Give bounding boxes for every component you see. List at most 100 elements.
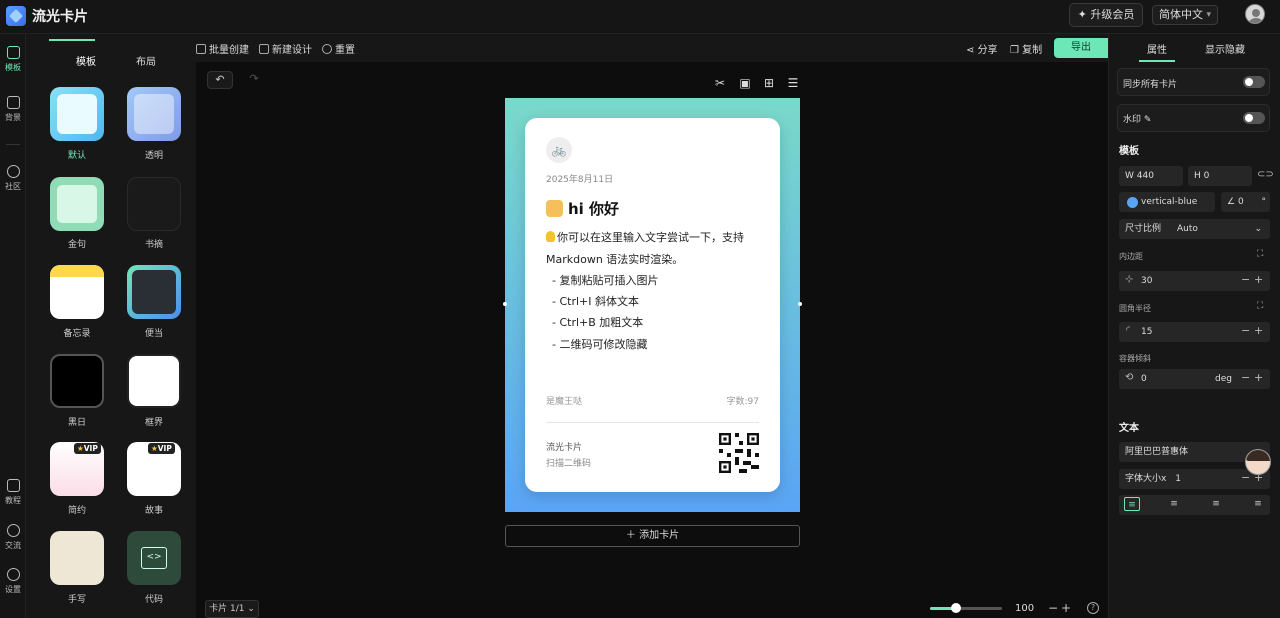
sync-all-toggle[interactable] [1243, 76, 1265, 88]
add-card-button[interactable]: ＋ 添加卡片 [505, 525, 800, 547]
export-button[interactable]: 导出 [1054, 38, 1108, 58]
watermark-toggle[interactable] [1243, 112, 1265, 124]
rail-item-chat[interactable]: 交流 [0, 524, 26, 551]
template-handwriting[interactable] [50, 531, 104, 585]
padding-decrement[interactable]: − [1241, 273, 1250, 286]
height-field[interactable]: H 0 [1188, 166, 1252, 186]
new-design-button[interactable]: 新建设计 [259, 41, 312, 56]
assistant-avatar[interactable] [1245, 449, 1271, 475]
rail-item-settings[interactable]: 设置 [0, 568, 26, 595]
rail-label: 交流 [5, 541, 21, 550]
align-center-icon[interactable]: ≡ [1166, 497, 1182, 511]
zoom-in-button[interactable]: + [1061, 601, 1071, 615]
card-heading-text: hi 你好 [568, 200, 620, 218]
pencil-icon: ✎ [1143, 115, 1152, 125]
card-heading: hi 你好 [546, 198, 619, 219]
reset-button[interactable]: 重置 [322, 41, 355, 56]
zoom-slider-thumb[interactable] [950, 603, 961, 613]
resize-handle-left[interactable] [503, 302, 507, 306]
template-label: 书摘 [144, 240, 163, 250]
tilt-unit: deg [1215, 374, 1232, 384]
template-icon [6, 46, 20, 59]
upgrade-button[interactable]: ✦ 升级会员 [1069, 3, 1143, 27]
card-brand: 流光卡片 [546, 443, 583, 453]
undo-button[interactable]: ↶ [207, 71, 233, 89]
top-bar: 流光卡片 ✦ 升级会员 简体中文 ▾ [0, 0, 1280, 34]
upload-icon [196, 44, 206, 54]
angle-field[interactable]: ∠ 0 ° [1221, 192, 1270, 212]
tab-properties[interactable]: 属性 [1147, 41, 1167, 56]
template-code[interactable]: <> [127, 531, 181, 585]
plus-icon: ＋ [625, 530, 640, 541]
card-body-line: 你可以在这里输入文字尝试一下，支持 [546, 229, 744, 245]
copy-button[interactable]: ❐ 复制 [1010, 41, 1042, 56]
zoom-value[interactable]: 100 [1008, 600, 1044, 618]
template-label: 透明 [144, 151, 163, 161]
width-field[interactable]: W 440 [1119, 166, 1183, 186]
template-label: 故事 [144, 506, 163, 516]
ratio-value: Auto [1177, 224, 1198, 234]
padding-label: 内边距 [1119, 252, 1143, 261]
toggles-icon[interactable]: ☰ [787, 77, 799, 89]
batch-create-label: 批量创建 [209, 45, 249, 56]
tilt-decrement[interactable]: − [1241, 371, 1250, 384]
chat-icon [6, 524, 20, 537]
ratio-select[interactable]: 尺寸比例 Auto ⌄ [1119, 219, 1270, 239]
language-select[interactable]: 简体中文 ▾ [1152, 5, 1218, 25]
card-pager[interactable]: 卡片 1/1 ⌄ [205, 600, 259, 618]
add-image-icon[interactable]: ▣ [739, 77, 751, 89]
reset-label: 重置 [335, 45, 355, 56]
link-icon[interactable]: ⊂⊃ [1257, 169, 1274, 180]
tab-templates[interactable]: 模板 [76, 53, 96, 68]
align-left-icon[interactable]: ≡ [1124, 497, 1140, 511]
tv-icon [6, 479, 20, 492]
grid-icon[interactable]: ⊞ [763, 77, 775, 89]
app-title: 流光卡片 [32, 9, 88, 25]
tab-visibility[interactable]: 显示隐藏 [1205, 41, 1245, 56]
template-bento[interactable] [127, 265, 181, 319]
font-size-decrement[interactable]: − [1241, 471, 1250, 484]
expand-icon[interactable]: ⛶ [1257, 301, 1263, 311]
rail-item-templates[interactable]: 模板 [0, 46, 26, 73]
alignment-group [1119, 495, 1270, 515]
vip-badge: ★VIP [148, 443, 175, 454]
user-avatar[interactable] [1245, 4, 1265, 24]
ratio-label: 尺寸比例 [1125, 224, 1162, 234]
rail-item-community[interactable]: 社区 [0, 165, 26, 192]
batch-create-button[interactable]: 批量创建 [196, 41, 249, 56]
card-divider [546, 422, 759, 423]
toolbar: 批量创建 新建设计 重置 ⋖ 分享 ❐ 复制 导出 ▾ [196, 34, 1124, 62]
radius-increment[interactable]: + [1254, 324, 1263, 337]
template-quote[interactable] [50, 177, 104, 231]
radius-decrement[interactable]: − [1241, 324, 1250, 337]
help-icon[interactable]: ? [1087, 602, 1099, 614]
left-rail: 模板 背景 社区 教程 交流 设置 [0, 34, 26, 618]
zoom-out-button[interactable]: − [1048, 601, 1058, 615]
card[interactable]: 🚲 2025年8月11日 hi 你好 你可以在这里输入文字尝试一下，支持 Mar… [525, 118, 780, 492]
qr-code-icon [719, 433, 759, 473]
card-date: 2025年8月11日 [546, 175, 614, 185]
share-button[interactable]: ⋖ 分享 [966, 41, 998, 56]
tilt-increment[interactable]: + [1254, 371, 1263, 384]
card-author: 是魔王哒 [546, 397, 583, 407]
template-excerpt[interactable] [127, 177, 181, 231]
angle-icon: ∠ [1227, 197, 1238, 207]
template-frame[interactable] [127, 354, 181, 408]
template-black-day[interactable] [50, 354, 104, 408]
template-default[interactable] [50, 87, 104, 141]
scissors-icon[interactable]: ✂ [714, 77, 726, 89]
padding-increment[interactable]: + [1254, 273, 1263, 286]
template-memo[interactable] [50, 265, 104, 319]
rail-label: 设置 [5, 585, 21, 594]
logo-icon [6, 6, 26, 26]
align-justify-icon[interactable]: ≡ [1250, 497, 1266, 511]
tab-layout[interactable]: 布局 [136, 53, 156, 68]
tilt-label: 容器倾斜 [1119, 354, 1151, 363]
align-right-icon[interactable]: ≡ [1208, 497, 1224, 511]
redo-button[interactable]: ↷ [241, 71, 267, 89]
rail-item-background[interactable]: 背景 [0, 96, 26, 123]
template-transparent[interactable] [127, 87, 181, 141]
rail-item-tutorial[interactable]: 教程 [0, 479, 26, 506]
resize-handle-right[interactable] [798, 302, 802, 306]
expand-icon[interactable]: ⛶ [1257, 249, 1263, 259]
